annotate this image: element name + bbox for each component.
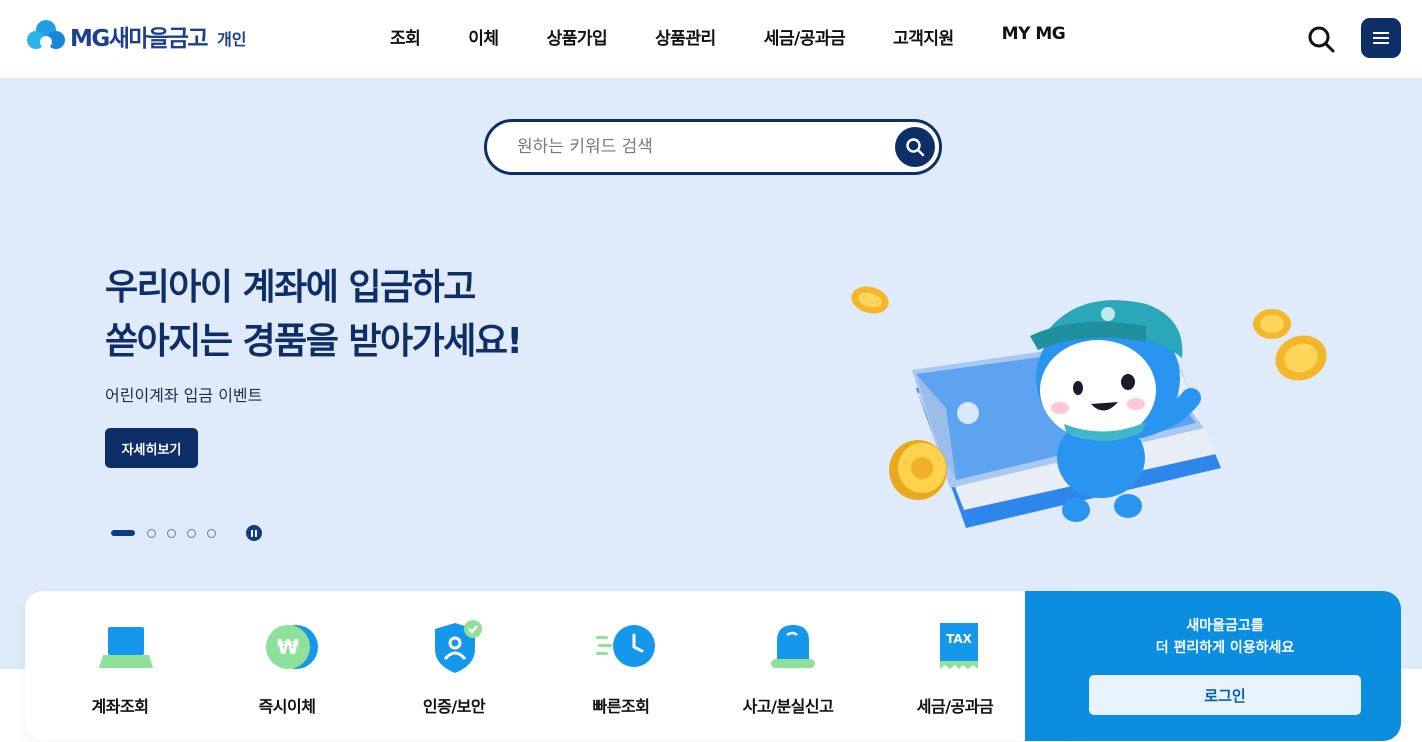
pager-dot-5[interactable] — [207, 528, 216, 538]
mascot-bankbook-illustration — [851, 286, 1327, 528]
quick-item-label: 사고/분실신고 — [742, 697, 834, 716]
nav-item-tax[interactable]: 세금/공과금 — [764, 24, 846, 49]
hero-title-line1: 우리아이 계좌에 입금하고 — [105, 267, 476, 308]
tax-icon-text: TAX — [946, 632, 973, 646]
search-input[interactable] — [517, 134, 877, 160]
quick-item-accident-report[interactable]: 사고/분실신고 — [703, 591, 873, 741]
nav-item-my-mg[interactable]: MY MG — [1002, 24, 1066, 49]
header: MG새마을금고 개인 조회 이체 상품가입 상품관리 세금/공과금 고객지원 M… — [0, 0, 1422, 78]
logo-brand: MG새마을금고 — [70, 26, 209, 52]
login-prompt: 새마을금고를 더 편리하게 이용하세요 — [1025, 615, 1422, 659]
quick-menu: 계좌조회 ₩ 즉시이체 인증/보안 빠른조회 사고/분실신고 TAX 세금/공과… — [25, 591, 1075, 741]
login-button[interactable]: 로그인 — [1089, 675, 1361, 715]
shield-user-icon — [435, 620, 482, 673]
pager-dot-4[interactable] — [187, 528, 196, 538]
banner-pager — [111, 525, 262, 541]
quick-item-tax[interactable]: TAX 세금/공과금 — [870, 591, 1040, 741]
detail-button[interactable]: 자세히보기 — [105, 428, 198, 468]
menu-button[interactable] — [1361, 18, 1401, 58]
quick-item-account-inquiry[interactable]: 계좌조회 — [35, 591, 205, 741]
won-transfer-icon: ₩ — [266, 625, 318, 669]
pause-button[interactable] — [246, 525, 262, 541]
quick-item-label: 계좌조회 — [91, 697, 149, 716]
quick-item-label: 빠른조회 — [592, 697, 650, 716]
svg-text:₩: ₩ — [277, 635, 299, 659]
hero-title: 우리아이 계좌에 입금하고 쏟아지는 경품을 받아가세요! — [105, 261, 523, 369]
pager-dot-3[interactable] — [167, 528, 176, 538]
login-prompt-line1: 새마을금고를 — [1186, 618, 1264, 634]
nav-item-inquiry[interactable]: 조회 — [390, 24, 421, 49]
search-submit-button[interactable] — [895, 127, 935, 167]
logo[interactable]: MG새마을금고 개인 — [26, 18, 247, 54]
quick-item-label: 인증/보안 — [422, 697, 486, 716]
nav-item-product-join[interactable]: 상품가입 — [547, 24, 608, 49]
quick-item-instant-transfer[interactable]: ₩ 즉시이체 — [202, 591, 372, 741]
nav-item-transfer[interactable]: 이체 — [468, 24, 499, 49]
hero-title-line2: 쏟아지는 경품을 받아가세요! — [105, 321, 523, 362]
pager-dot-2[interactable] — [147, 528, 156, 538]
main-nav: 조회 이체 상품가입 상품관리 세금/공과금 고객지원 MY MG — [366, 24, 1089, 49]
nav-item-support[interactable]: 고객지원 — [893, 24, 954, 49]
hero-banner: 우리아이 계좌에 입금하고 쏟아지는 경품을 받아가세요! 어린이계좌 입금 이… — [0, 78, 1422, 669]
nav-item-product-manage[interactable]: 상품관리 — [655, 24, 716, 49]
quick-item-certificate-security[interactable]: 인증/보안 — [369, 591, 539, 741]
hamburger-icon — [1373, 32, 1389, 44]
laptop-icon — [99, 627, 153, 668]
cloud-logo-icon — [27, 20, 65, 52]
search-icon — [906, 138, 925, 157]
pager-dot-1[interactable] — [111, 530, 135, 536]
tax-receipt-icon: TAX — [940, 623, 978, 669]
fast-clock-icon — [596, 625, 655, 667]
quick-item-label: 즉시이체 — [258, 697, 316, 716]
hero-subtitle: 어린이계좌 입금 이벤트 — [105, 386, 263, 405]
search-icon[interactable] — [1306, 24, 1336, 54]
quick-item-label: 세금/공과금 — [916, 697, 994, 716]
logo-sub: 개인 — [217, 29, 247, 49]
login-panel: 새마을금고를 더 편리하게 이용하세요 로그인 — [1025, 591, 1401, 741]
keyword-search-box — [484, 119, 942, 175]
siren-icon — [771, 625, 815, 668]
quick-item-fast-inquiry[interactable]: 빠른조회 — [536, 591, 706, 741]
login-prompt-line2: 더 편리하게 이용하세요 — [1155, 640, 1295, 656]
